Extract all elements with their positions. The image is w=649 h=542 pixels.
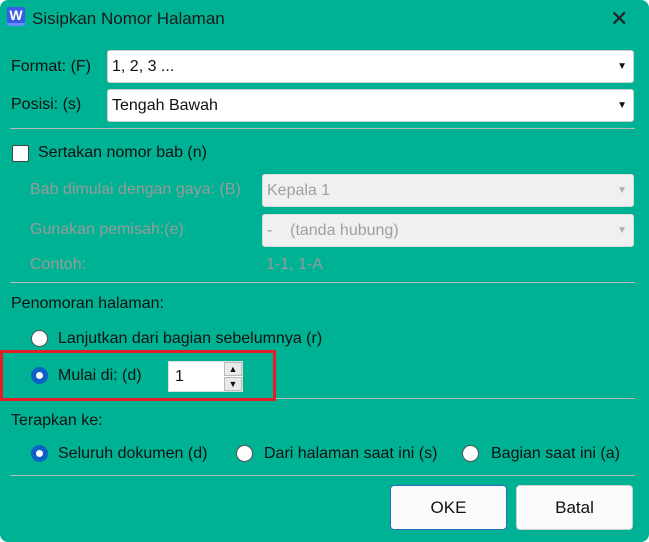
format-label: Format: (F) [11, 58, 91, 75]
separator-select[interactable]: - (tanda hubung) ▼ [262, 214, 634, 247]
include-chapter-label[interactable]: Sertakan nomor bab (n) [38, 144, 207, 162]
decrement-icon[interactable]: ▼ [224, 377, 242, 391]
current-section-radio[interactable] [462, 445, 479, 462]
from-current-page-label[interactable]: Dari halaman saat ini (s) [264, 445, 437, 463]
chevron-down-icon: ▼ [617, 185, 627, 196]
increment-icon[interactable]: ▲ [224, 362, 242, 376]
start-at-label[interactable]: Mulai di: (d) [58, 367, 142, 385]
whole-document-label[interactable]: Seluruh dokumen (d) [58, 445, 207, 463]
dialog-title: Sisipkan Nomor Halaman [32, 9, 225, 28]
cancel-button[interactable]: Batal [516, 485, 633, 530]
position-select[interactable]: Tengah Bawah ▼ [107, 89, 634, 122]
divider [276, 398, 635, 399]
separator-label: Gunakan pemisah:(e) [30, 221, 184, 238]
example-label: Contoh: [30, 256, 87, 273]
chevron-down-icon: ▼ [617, 100, 627, 111]
apply-heading: Terapkan ke: [11, 412, 103, 429]
chapter-style-value: Kepala 1 [267, 182, 331, 199]
divider [10, 282, 635, 283]
divider [10, 128, 635, 129]
page-numbering-heading: Penomoran halaman: [11, 295, 164, 312]
position-label: Posisi: (s) [11, 96, 82, 113]
current-section-label[interactable]: Bagian saat ini (a) [491, 445, 620, 463]
format-value: 1, 2, 3 ... [112, 58, 175, 75]
close-icon[interactable]: ✕ [610, 6, 628, 32]
separator-value: - (tanda hubung) [267, 222, 399, 239]
wps-writer-icon: W [7, 7, 25, 26]
ok-button[interactable]: OKE [390, 485, 507, 530]
chevron-down-icon: ▼ [617, 225, 627, 236]
whole-document-radio[interactable] [31, 445, 48, 462]
chapter-style-label: Bab dimulai dengan gaya: (B) [30, 181, 241, 198]
include-chapter-checkbox[interactable] [12, 145, 29, 162]
chapter-style-select[interactable]: Kepala 1 ▼ [262, 174, 634, 207]
start-at-radio[interactable] [31, 367, 48, 384]
format-select[interactable]: 1, 2, 3 ... ▼ [107, 50, 634, 83]
chevron-down-icon: ▼ [617, 61, 627, 72]
example-value: 1-1, 1-A [266, 256, 323, 273]
from-current-page-radio[interactable] [236, 445, 253, 462]
start-at-spinner[interactable]: 1 ▲ ▼ [168, 361, 243, 392]
start-at-value[interactable]: 1 [175, 368, 184, 386]
continue-label[interactable]: Lanjutkan dari bagian sebelumnya (r) [58, 330, 322, 348]
continue-radio[interactable] [31, 330, 48, 347]
position-value: Tengah Bawah [112, 97, 218, 114]
divider [10, 475, 635, 476]
